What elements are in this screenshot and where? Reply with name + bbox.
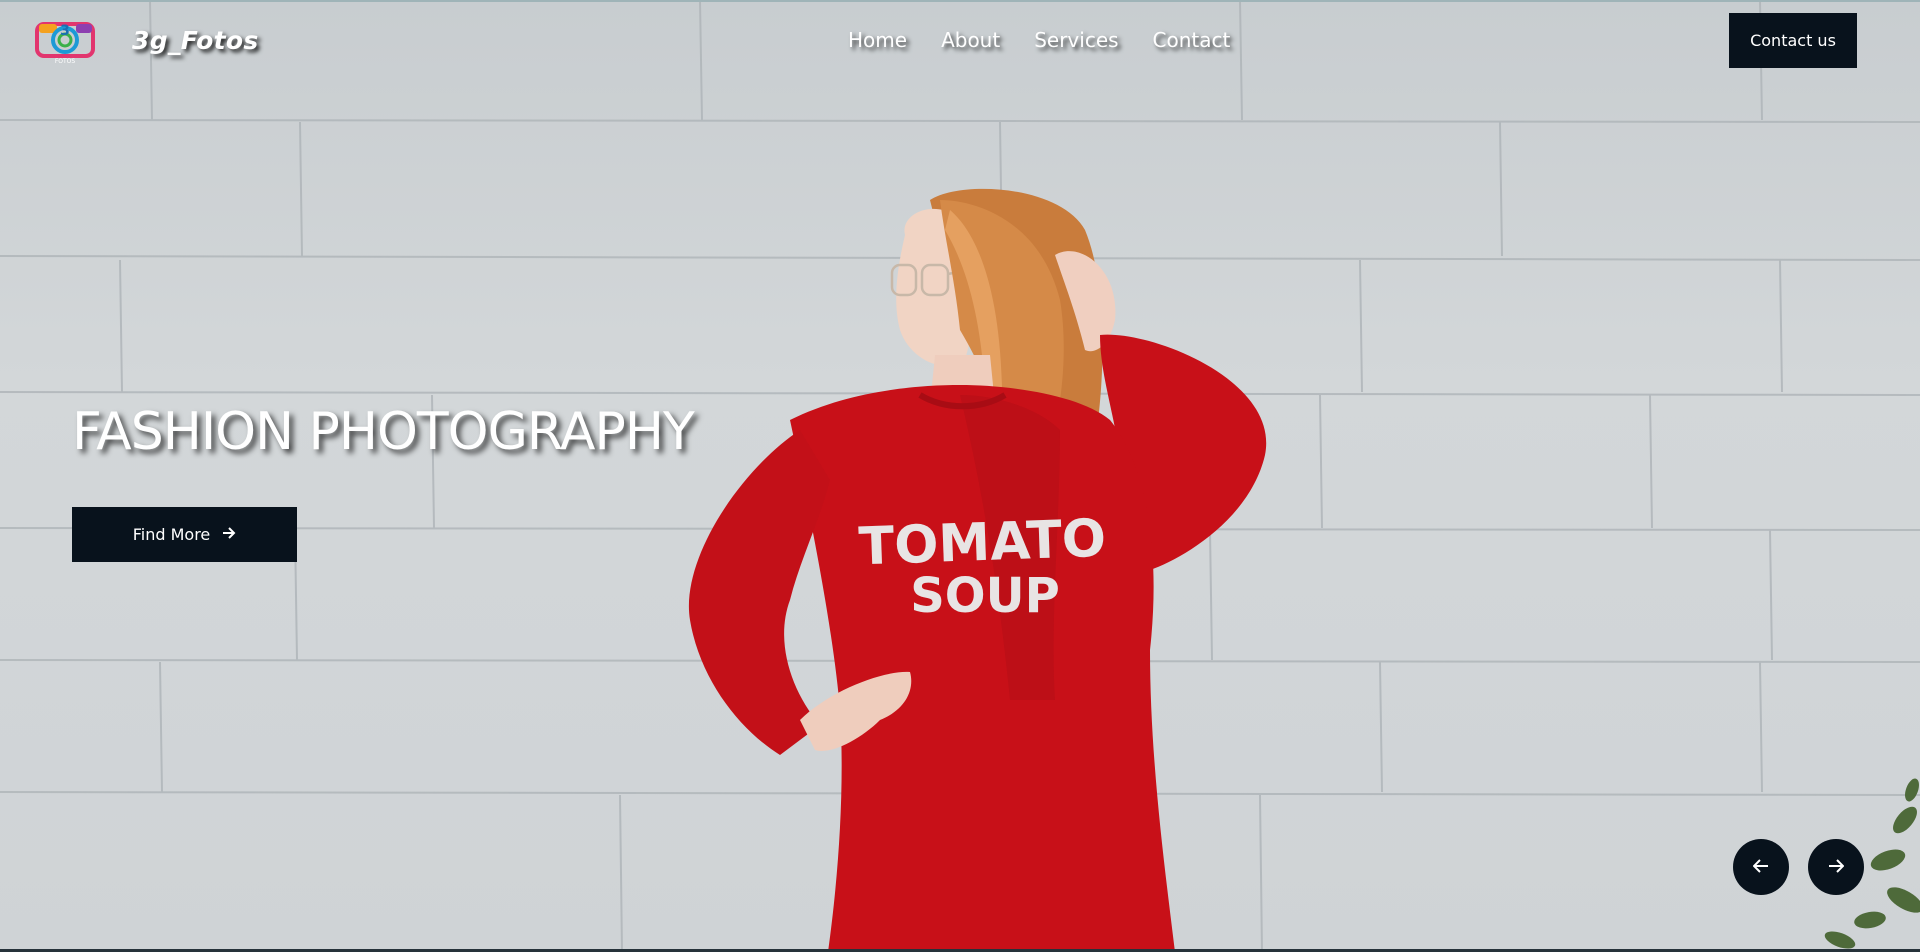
nav-item-about[interactable]: About (941, 28, 1000, 52)
svg-text:FOTOS: FOTOS (55, 58, 76, 64)
hero-section: TOMATO SOUP (0, 0, 1920, 952)
brand-name[interactable]: 3g_Fotos (132, 26, 259, 55)
contact-us-button[interactable]: Contact us (1729, 13, 1857, 68)
slider-next-button[interactable] (1808, 839, 1864, 895)
slider-prev-button[interactable] (1733, 839, 1789, 895)
hero-background-photo: TOMATO SOUP (0, 0, 1920, 952)
nav-item-services[interactable]: Services (1034, 28, 1118, 52)
svg-text:3: 3 (60, 23, 70, 39)
camera-3g-logo-icon[interactable]: 3 FOTOS (34, 14, 98, 65)
site-header: 3 FOTOS 3g_Fotos Home About Services Con… (0, 0, 1920, 84)
arrow-right-icon (222, 527, 236, 542)
arrow-right-icon (1828, 857, 1845, 878)
arrow-left-icon (1752, 857, 1769, 878)
nav-item-contact[interactable]: Contact (1153, 28, 1231, 52)
nav-item-home[interactable]: Home (848, 28, 907, 52)
main-nav: Home About Services Contact (848, 28, 1230, 52)
find-more-button[interactable]: Find More (72, 507, 297, 562)
shirt-text-line2: SOUP (910, 568, 1060, 624)
find-more-label: Find More (132, 525, 211, 544)
hero-title: FASHION PHOTOGRAPHY (72, 402, 695, 462)
model-figure: TOMATO SOUP (688, 188, 1267, 952)
